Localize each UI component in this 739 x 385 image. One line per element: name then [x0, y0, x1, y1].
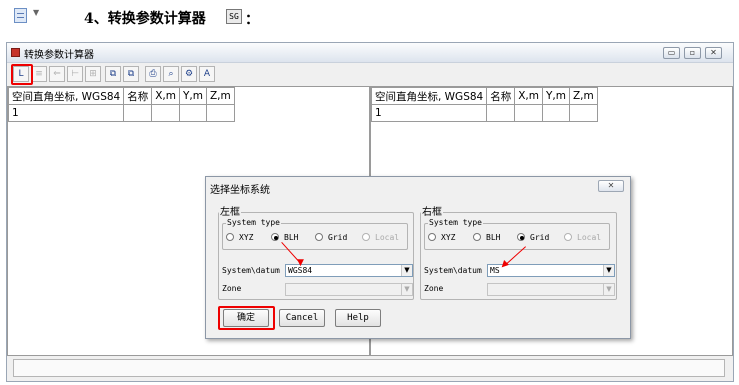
left-radio-label: BLH	[284, 233, 299, 242]
settings-icon[interactable]: ⚙	[181, 66, 197, 82]
app-icon	[11, 48, 20, 57]
window-title: 转换参数计算器	[24, 50, 94, 61]
right-radio-local[interactable]	[564, 233, 572, 241]
left-radio-grid[interactable]	[315, 233, 323, 241]
left-frame-group: 左框 System type XYZ BLH Grid Local System\da…	[218, 203, 414, 300]
left-column-header[interactable]: 空间直角坐标, WGS84	[7, 87, 125, 105]
chevron-down-icon[interactable]: ▼	[401, 284, 412, 295]
table-cell[interactable]	[205, 104, 235, 122]
right-radio-grid[interactable]	[517, 233, 525, 241]
dialog-title: 选择坐标系统	[210, 185, 270, 196]
left-radio-blh[interactable]	[271, 233, 279, 241]
close-button[interactable]: ✕	[705, 47, 722, 59]
font-icon[interactable]: A	[199, 66, 215, 82]
left-column-header[interactable]: Y,m	[179, 87, 207, 105]
cancel-button[interactable]: Cancel	[279, 309, 325, 327]
right-datum-label: System\datum	[424, 266, 482, 275]
right-column-header[interactable]: X,m	[514, 87, 543, 105]
table-row[interactable]: 1	[370, 104, 598, 122]
right-zone-label: Zone	[424, 284, 444, 293]
table-cell[interactable]: 1	[370, 104, 488, 122]
right-frame-group: 右框 System type XYZ BLH Grid Local System\da…	[420, 203, 617, 300]
open-icon[interactable]: ≡	[31, 66, 47, 82]
right-column-header[interactable]: 空间直角坐标, WGS84	[370, 87, 488, 105]
dialog-close-button[interactable]: ✕	[598, 180, 624, 192]
copy-left-icon[interactable]: ⧉	[105, 66, 121, 82]
left-system-type-group: System type XYZ BLH Grid Local	[222, 218, 408, 250]
right-radio-blh[interactable]	[473, 233, 481, 241]
highlight-box	[218, 306, 275, 330]
title-bar[interactable]: 转换参数计算器 ▭ ▫ ✕	[7, 43, 733, 63]
table-row[interactable]: 1	[7, 104, 235, 122]
left-radio-local[interactable]	[362, 233, 370, 241]
left-radio-label: Grid	[328, 233, 348, 242]
left-radio-label: Local	[375, 233, 400, 242]
calculator-tool-icon: SG	[226, 9, 242, 24]
table-cell[interactable]	[514, 104, 543, 122]
print-icon[interactable]: ⎙	[145, 66, 161, 82]
left-column-header[interactable]: Z,m	[205, 87, 235, 105]
table-cell[interactable]	[542, 104, 570, 122]
right-zone-select[interactable]: ▼	[487, 283, 615, 296]
highlight-box	[11, 64, 33, 85]
preview-icon[interactable]: ⌕	[163, 66, 179, 82]
minimize-button[interactable]: ▭	[663, 47, 680, 59]
table-cell[interactable]	[486, 104, 516, 122]
chevron-down-icon[interactable]: ▼	[33, 8, 39, 17]
table-cell[interactable]	[179, 104, 207, 122]
left-column-header[interactable]: 名称	[123, 87, 153, 105]
right-frame-label: 右框	[421, 203, 443, 218]
right-radio-label: XYZ	[441, 233, 456, 242]
help-button[interactable]: Help	[335, 309, 381, 327]
right-table-grid: 空间直角坐标, WGS84 名称 X,m Y,m Z,m 1	[370, 87, 598, 122]
coordinate-system-dialog: 选择坐标系统 ✕ 左框 System type XYZ BLH Grid Local …	[205, 176, 631, 339]
right-column-header[interactable]: Y,m	[542, 87, 570, 105]
right-column-header[interactable]: 名称	[486, 87, 516, 105]
right-column-header[interactable]: Z,m	[568, 87, 598, 105]
table-cell[interactable]: 1	[7, 104, 125, 122]
left-column-header[interactable]: X,m	[151, 87, 180, 105]
toolbar: L ≡ ⇐ ⊢ ⊞ ⧉ ⧉ ⎙ ⌕ ⚙ A	[7, 64, 733, 85]
chevron-down-icon[interactable]: ▼	[603, 284, 614, 295]
import-icon[interactable]: ⇐	[49, 66, 65, 82]
export-icon[interactable]: ⊢	[67, 66, 83, 82]
section-heading: 4、转换参数计算器	[84, 11, 206, 27]
right-system-type-label: System type	[428, 218, 483, 227]
right-radio-label: BLH	[486, 233, 501, 242]
left-datum-select[interactable]: WGS84 ▼	[285, 264, 413, 277]
right-radio-xyz[interactable]	[428, 233, 436, 241]
copy-right-icon[interactable]: ⧉	[123, 66, 139, 82]
right-system-type-group: System type XYZ BLH Grid Local	[424, 218, 610, 250]
arrow-head-icon: ▼	[297, 258, 304, 268]
left-zone-label: Zone	[222, 284, 242, 293]
left-table-grid: 空间直角坐标, WGS84 名称 X,m Y,m Z,m 1	[7, 87, 235, 122]
left-radio-label: XYZ	[239, 233, 254, 242]
status-bar	[13, 359, 725, 377]
left-datum-label: System\datum	[222, 266, 280, 275]
table-cell[interactable]	[123, 104, 153, 122]
table-cell[interactable]	[151, 104, 180, 122]
restore-button[interactable]: ▫	[684, 47, 701, 59]
right-radio-label: Local	[577, 233, 602, 242]
left-system-type-label: System type	[226, 218, 281, 227]
right-radio-label: Grid	[530, 233, 550, 242]
document-icon[interactable]	[14, 8, 27, 23]
left-frame-label: 左框	[219, 203, 241, 218]
chevron-down-icon[interactable]: ▼	[401, 265, 412, 276]
left-radio-xyz[interactable]	[226, 233, 234, 241]
heading-colon: ：	[245, 12, 259, 28]
chevron-down-icon[interactable]: ▼	[603, 265, 614, 276]
left-zone-select[interactable]: ▼	[285, 283, 413, 296]
calculate-icon[interactable]: ⊞	[85, 66, 101, 82]
table-cell[interactable]	[568, 104, 598, 122]
